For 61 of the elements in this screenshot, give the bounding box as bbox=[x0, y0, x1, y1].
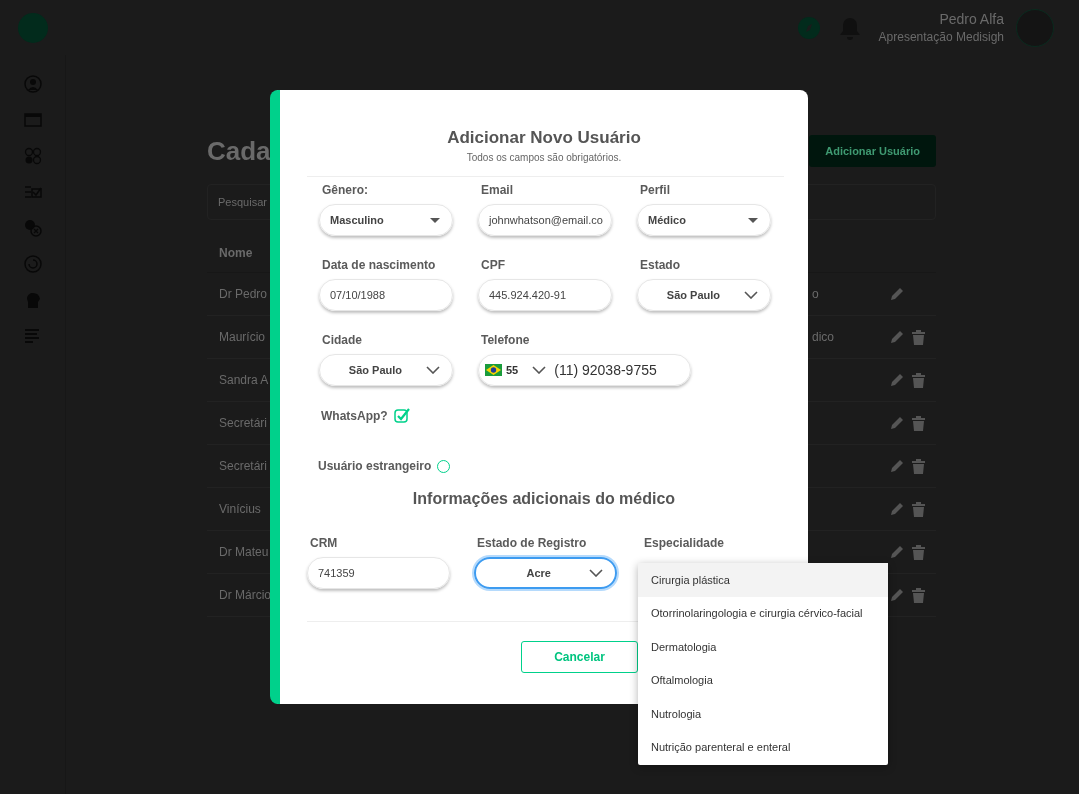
section-title: Informações adicionais do médico bbox=[411, 490, 677, 508]
chevron-down-icon bbox=[744, 291, 758, 299]
dropdown-option[interactable]: Cirurgia plástica bbox=[638, 563, 888, 597]
dropdown-option[interactable]: Dermatologia bbox=[638, 630, 888, 664]
caret-down-icon bbox=[430, 217, 440, 223]
add-user-button[interactable]: Adicionar Usuário bbox=[809, 135, 936, 167]
field-label: Estado bbox=[640, 258, 681, 273]
pencil-icon[interactable] bbox=[890, 287, 904, 301]
field-label: Telefone bbox=[481, 333, 531, 348]
field-label: Gênero: bbox=[322, 183, 369, 198]
trash-icon[interactable] bbox=[912, 329, 925, 345]
modal-title: Adicionar Novo Usuário bbox=[446, 128, 642, 148]
trash-icon[interactable] bbox=[912, 415, 925, 431]
checkbox-label: WhatsApp? bbox=[321, 408, 388, 423]
field-label: CRM bbox=[310, 536, 339, 551]
caret-down-icon bbox=[748, 217, 758, 223]
chevron-down-icon bbox=[589, 569, 603, 577]
table-cell: Secretári bbox=[219, 416, 268, 430]
pencil-icon[interactable] bbox=[890, 502, 904, 516]
table-cell: Dr Pedro bbox=[219, 287, 268, 301]
table-cell: Maurício bbox=[219, 330, 265, 344]
trash-icon[interactable] bbox=[912, 458, 925, 474]
trash-icon[interactable] bbox=[912, 372, 925, 388]
field-label: Perfil bbox=[640, 183, 671, 198]
pencil-icon[interactable] bbox=[890, 459, 904, 473]
checkbox-label: Usuário estrangeiro bbox=[318, 459, 432, 473]
dropdown-option[interactable]: Otorrinolaringologia e cirurgia cérvico-facial bbox=[638, 596, 888, 630]
dropdown-option[interactable]: Oftalmologia bbox=[638, 663, 888, 697]
select-field[interactable]: Acre bbox=[474, 557, 617, 589]
table-cell: Vinícius bbox=[219, 502, 261, 516]
dropdown-option[interactable]: Nutrologia bbox=[638, 697, 888, 731]
table-cell: Dr Márcio bbox=[219, 588, 271, 602]
table-cell: dico bbox=[812, 330, 834, 344]
field-label: Email bbox=[481, 183, 514, 198]
user-name: Pedro Alfa bbox=[939, 11, 1004, 27]
field-label: Cidade bbox=[322, 333, 363, 348]
page-title: Cada bbox=[207, 135, 271, 167]
chevron-down-icon bbox=[426, 366, 440, 374]
table-cell: Sandra A bbox=[219, 373, 269, 387]
trash-icon[interactable] bbox=[912, 544, 925, 560]
column-header: Nome bbox=[219, 246, 253, 260]
pencil-icon[interactable] bbox=[890, 545, 904, 559]
table-cell: o bbox=[812, 287, 819, 301]
trash-icon[interactable] bbox=[912, 587, 925, 603]
field-label: CPF bbox=[481, 258, 506, 273]
pencil-icon[interactable] bbox=[890, 416, 904, 430]
table-cell: Dr Mateu bbox=[219, 545, 269, 559]
dropdown-option[interactable]: Nutrição parenteral e enteral bbox=[638, 730, 888, 764]
pencil-icon[interactable] bbox=[890, 588, 904, 602]
checkbox[interactable] bbox=[393, 408, 410, 423]
field-label: Especialidade bbox=[644, 536, 726, 551]
field-label: Data de nascimento bbox=[322, 258, 437, 273]
trash-icon[interactable] bbox=[912, 501, 925, 517]
table-cell: Secretári bbox=[219, 459, 268, 473]
pencil-icon[interactable] bbox=[890, 373, 904, 387]
flag-icon[interactable] bbox=[485, 364, 502, 376]
modal-subtitle: Todos os campos são obrigatórios. bbox=[465, 152, 623, 163]
user-subtitle: Apresentação Medisigh bbox=[878, 30, 1004, 44]
field-label: Estado de Registro bbox=[477, 536, 588, 551]
pencil-icon[interactable] bbox=[890, 330, 904, 344]
chevron-down-icon bbox=[532, 366, 547, 374]
